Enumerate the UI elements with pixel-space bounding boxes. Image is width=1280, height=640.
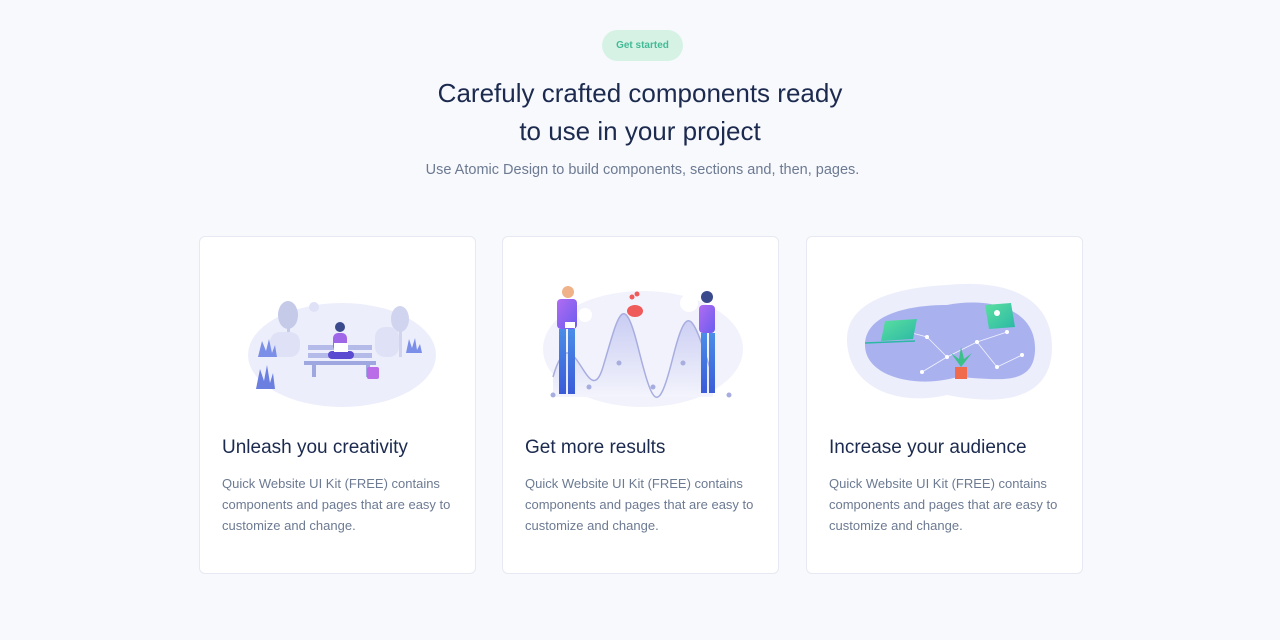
section-headline: Carefuly crafted components ready to use… [340,74,940,150]
get-started-badge[interactable]: Get started [602,30,683,61]
card-title: Increase your audience [829,437,1027,458]
feature-card-audience: Increase your audience Quick Website UI … [806,236,1083,574]
headline-line-1: Carefuly crafted components ready [437,78,843,108]
card-title: Unleash you creativity [222,437,408,458]
feature-card-results: Get more results Quick Website UI Kit (F… [502,236,779,574]
card-description: Quick Website UI Kit (FREE) contains com… [525,476,754,533]
card-description: Quick Website UI Kit (FREE) contains com… [829,476,1058,533]
section-subtitle: Use Atomic Design to build components, s… [425,162,860,178]
feature-card-creativity: Unleash you creativity Quick Website UI … [199,236,476,574]
growth-chart-people-illustration [533,267,750,437]
headline-line-2: to use in your project [519,116,761,146]
card-description: Quick Website UI Kit (FREE) contains com… [222,476,451,533]
park-bench-laptop-illustration [230,267,447,437]
card-title: Get more results [525,437,666,458]
network-constellation-illustration [837,267,1054,437]
